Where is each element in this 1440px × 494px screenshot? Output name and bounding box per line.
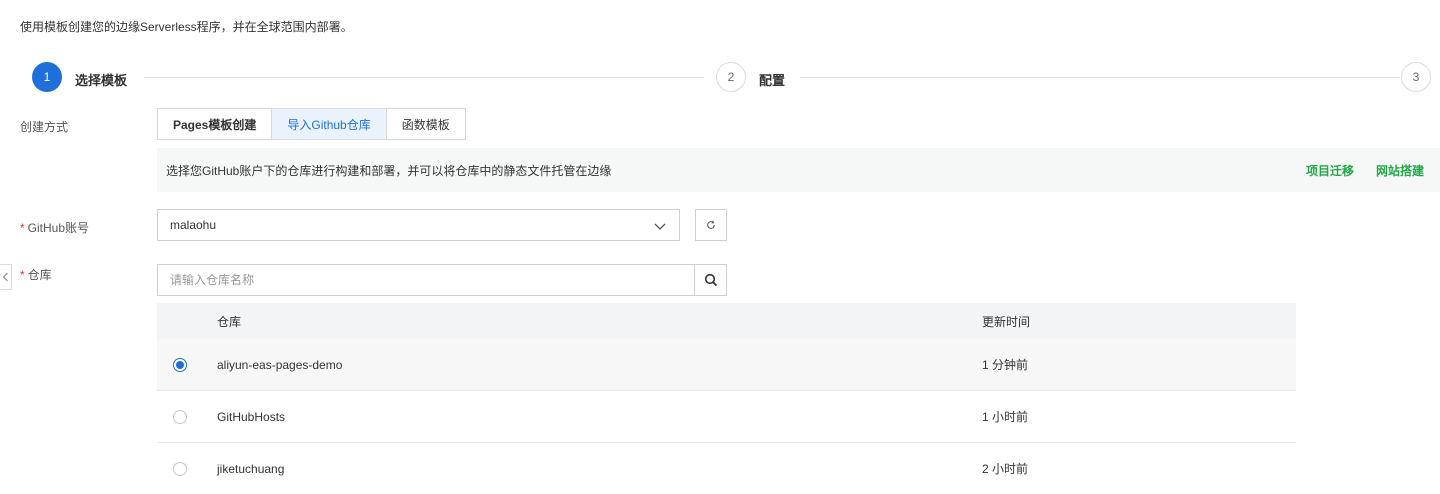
info-bar: 选择您GitHub账户下的仓库进行构建和部署，并可以将仓库中的静态文件托管在边缘… — [157, 148, 1440, 192]
github-account-label-text: GitHub账号 — [27, 221, 90, 235]
refresh-button[interactable] — [695, 209, 727, 241]
step-3-circle: 3 — [1401, 62, 1431, 92]
tab-function-template[interactable]: 函数模板 — [387, 109, 465, 139]
tab-pages-template[interactable]: Pages模板创建 — [158, 109, 273, 139]
github-account-select[interactable]: malaohu — [157, 209, 680, 241]
repo-label: * 仓库 — [20, 266, 52, 283]
step-connector-2 — [800, 77, 1400, 78]
step-connector-1 — [144, 77, 704, 78]
project-migration-link[interactable]: 项目迁移 — [1306, 162, 1354, 179]
repo-table: 仓库 更新时间 aliyun-eas-pages-demo 1 分钟前 GitH… — [157, 303, 1296, 494]
create-method-tabs: Pages模板创建 导入Github仓库 函数模板 — [157, 108, 466, 140]
step-1-circle: 1 — [32, 62, 62, 92]
header-repo: 仓库 — [217, 314, 242, 329]
header-updated: 更新时间 — [982, 314, 1031, 329]
row-radio[interactable] — [173, 357, 187, 372]
chevron-left-icon — [2, 272, 8, 282]
info-text: 选择您GitHub账户下的仓库进行构建和部署，并可以将仓库中的静态文件托管在边缘 — [166, 163, 612, 178]
repo-updated: 1 分钟前 — [982, 358, 1029, 372]
repo-search — [157, 264, 727, 296]
github-account-label: * GitHub账号 — [20, 219, 89, 236]
repo-label-text: 仓库 — [27, 268, 52, 282]
repo-search-input[interactable] — [158, 265, 694, 295]
sidebar-collapse-handle[interactable] — [0, 264, 12, 290]
create-method-label: 创建方式 — [20, 120, 69, 134]
required-mark: * — [20, 221, 25, 235]
search-icon — [704, 273, 717, 287]
website-build-link[interactable]: 网站搭建 — [1376, 162, 1424, 179]
repo-name: jiketuchuang — [217, 461, 285, 476]
chevron-down-icon — [654, 223, 666, 230]
table-row[interactable]: jiketuchuang 2 小时前 — [157, 443, 1296, 494]
repo-updated: 2 小时前 — [982, 462, 1029, 476]
row-radio[interactable] — [173, 409, 187, 424]
step-2-circle: 2 — [716, 62, 746, 92]
github-account-value: malaohu — [170, 218, 217, 232]
table-row[interactable]: GitHubHosts 1 小时前 — [157, 391, 1296, 443]
search-button[interactable] — [694, 265, 726, 295]
table-row[interactable]: aliyun-eas-pages-demo 1 分钟前 — [157, 339, 1296, 391]
refresh-icon — [707, 220, 715, 229]
tab-import-github[interactable]: 导入Github仓库 — [272, 109, 387, 139]
page-intro-text: 使用模板创建您的边缘Serverless程序，并在全球范围内部署。 — [20, 20, 353, 34]
table-header: 仓库 更新时间 — [157, 303, 1296, 339]
step-1-label: 选择模板 — [75, 73, 128, 88]
repo-name: aliyun-eas-pages-demo — [217, 357, 343, 372]
row-radio[interactable] — [173, 461, 187, 476]
step-2-label: 配置 — [759, 73, 786, 88]
stepper: 1 选择模板 2 配置 3 — [32, 62, 1432, 94]
repo-name: GitHubHosts — [217, 409, 286, 424]
repo-updated: 1 小时前 — [982, 410, 1029, 424]
required-mark: * — [20, 268, 25, 282]
